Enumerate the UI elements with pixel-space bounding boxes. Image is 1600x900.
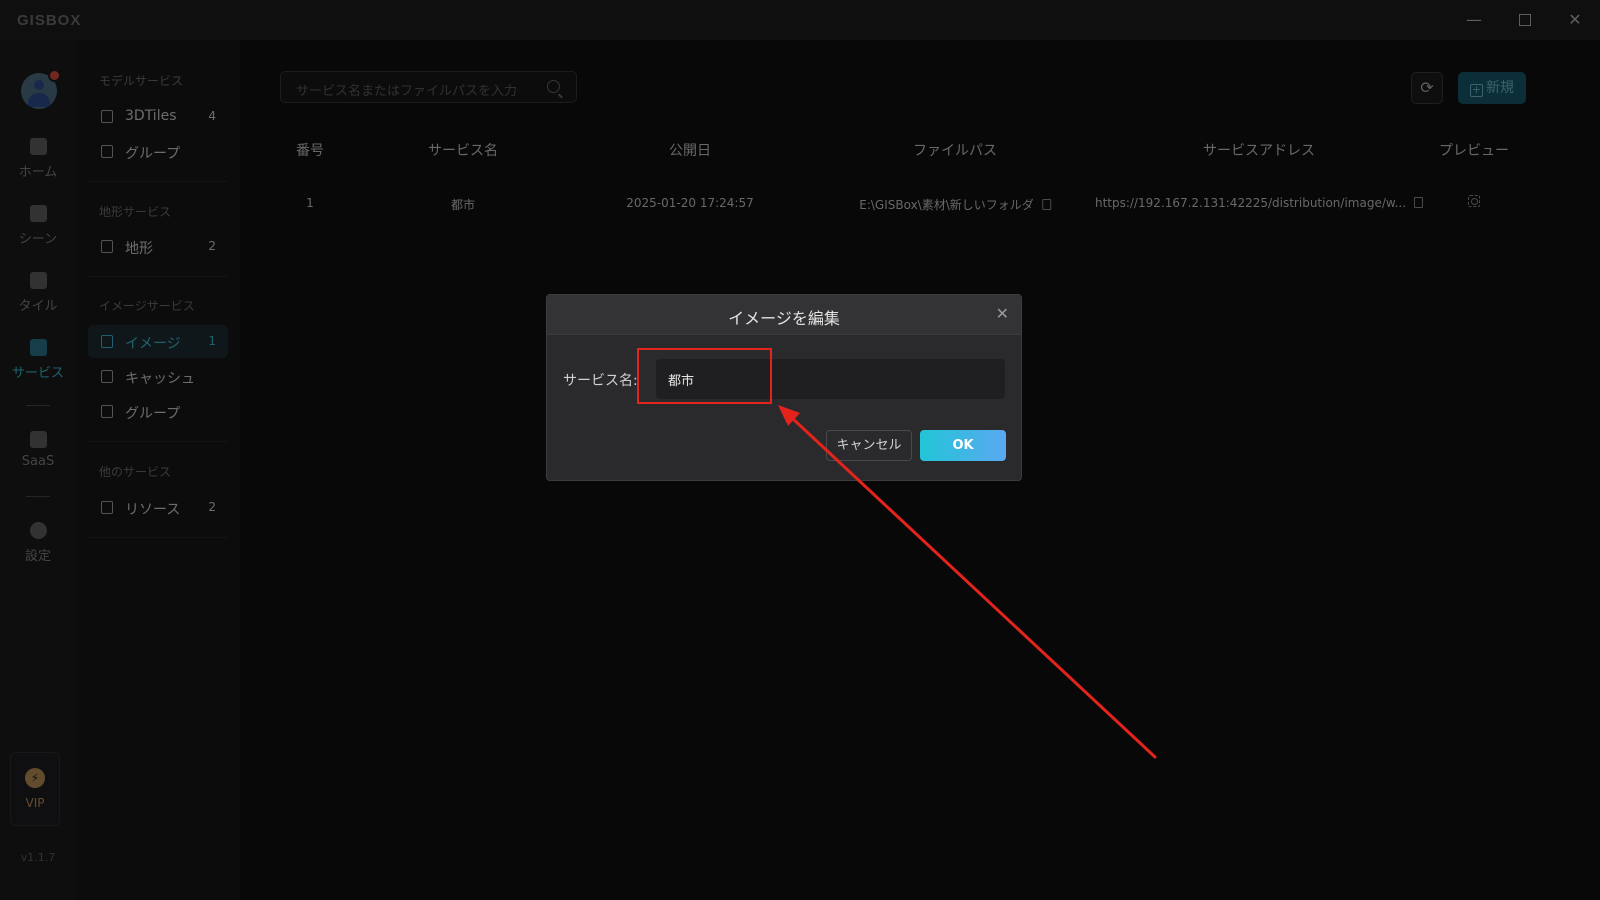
dialog-header: イメージを編集 ✕ xyxy=(547,295,1021,335)
dialog-title: イメージを編集 xyxy=(728,309,840,328)
edit-image-dialog: イメージを編集 ✕ サービス名: キャンセル OK xyxy=(546,294,1022,481)
cancel-button[interactable]: キャンセル xyxy=(826,430,912,461)
close-icon[interactable]: ✕ xyxy=(996,304,1009,323)
ok-button[interactable]: OK xyxy=(920,430,1006,461)
service-name-label: サービス名: xyxy=(563,373,638,389)
annotation-highlight-box xyxy=(637,348,772,404)
